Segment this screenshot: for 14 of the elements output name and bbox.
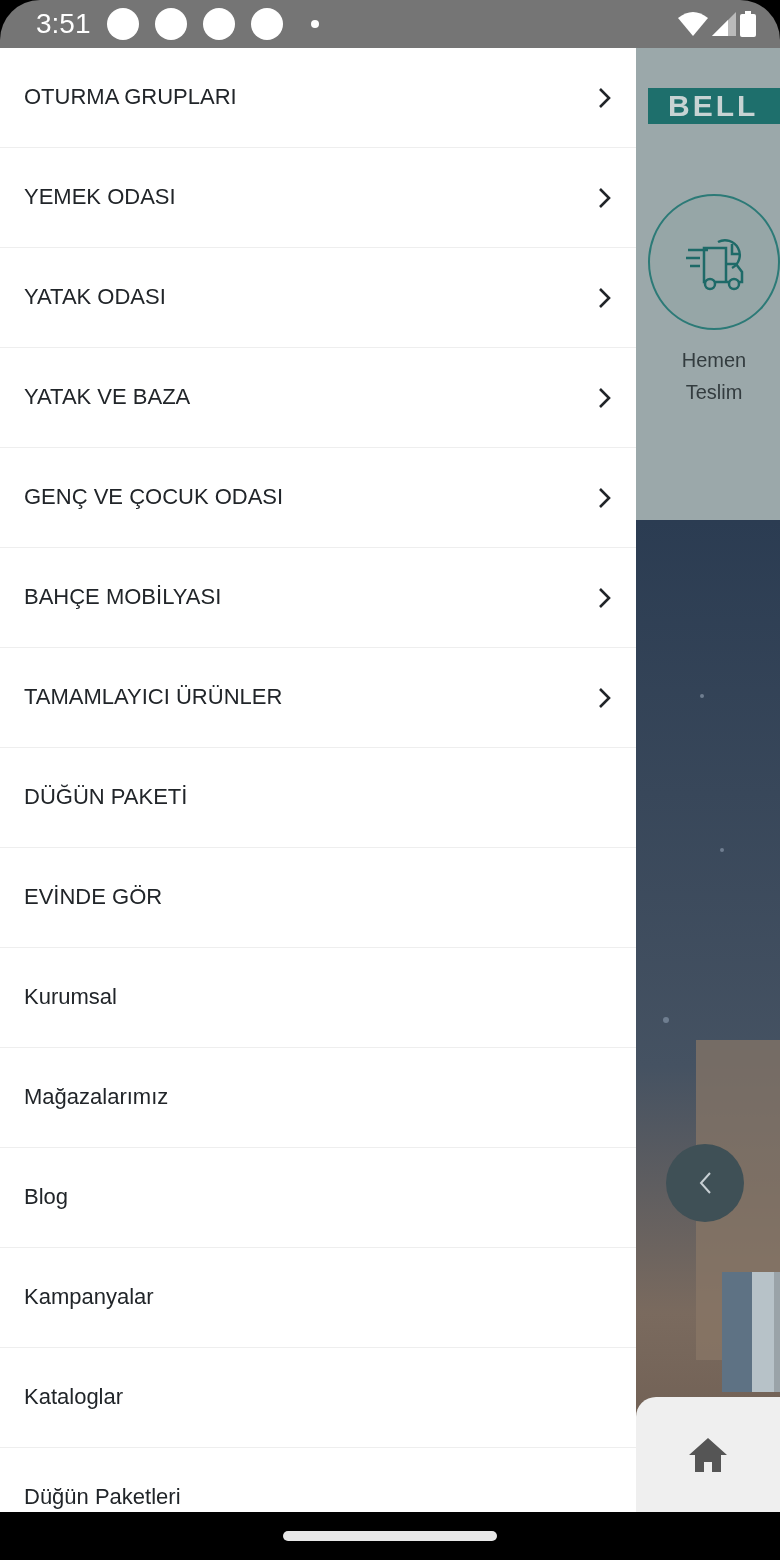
chevron-left-icon (698, 1171, 712, 1195)
shortcut-label: Hemen Teslim (680, 348, 748, 405)
logo: BELL (648, 88, 780, 124)
status-time: 3:51 (36, 7, 91, 41)
wifi-icon (678, 12, 708, 36)
home-button[interactable] (636, 1397, 780, 1512)
more-notifications-icon (310, 20, 319, 28)
notification-icon (106, 8, 139, 40)
notification-icon (154, 8, 187, 40)
signal-icon (712, 12, 736, 36)
home-icon (688, 1436, 728, 1473)
notification-icon (250, 8, 283, 40)
battery-icon (740, 11, 756, 37)
notification-icon (202, 8, 235, 40)
